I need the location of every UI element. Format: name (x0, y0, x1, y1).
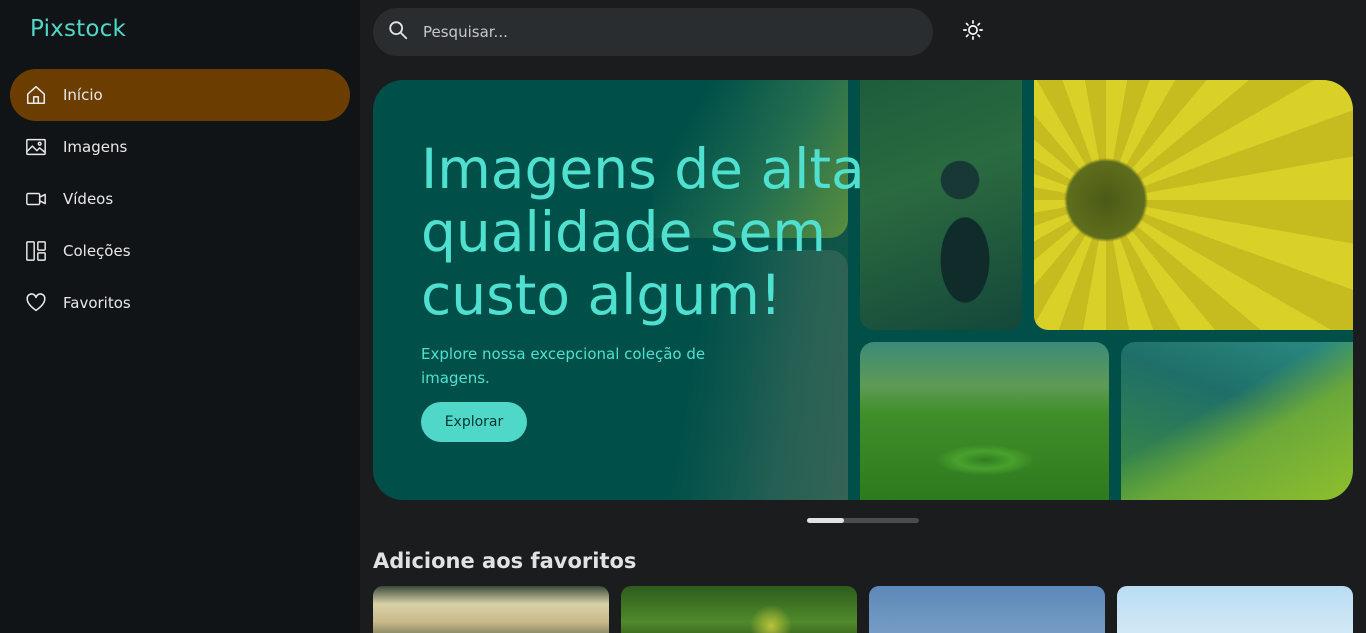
sidebar-nav: Início Imagens Vídeos Coleções Favoritos (10, 69, 350, 329)
sidebar-item-label: Vídeos (63, 190, 114, 208)
favorite-card[interactable] (621, 586, 857, 633)
search-bar[interactable] (373, 8, 933, 56)
image-icon (24, 135, 48, 159)
hero-photo-valley (860, 342, 1109, 500)
collections-icon (24, 239, 48, 263)
sidebar-item-label: Favoritos (63, 294, 131, 312)
explore-button[interactable]: Explorar (421, 402, 527, 442)
favorites-section-title: Adicione aos favoritos (373, 549, 637, 573)
sidebar-item-colecoes[interactable]: Coleções (10, 225, 350, 277)
favorite-card[interactable] (869, 586, 1105, 633)
sidebar-item-inicio[interactable]: Início (10, 69, 350, 121)
sidebar-item-label: Coleções (63, 242, 131, 260)
sidebar-item-videos[interactable]: Vídeos (10, 173, 350, 225)
hero-photo-mountains (1121, 342, 1353, 500)
video-icon (24, 187, 48, 211)
carousel-indicator[interactable] (807, 518, 919, 523)
sidebar-item-imagens[interactable]: Imagens (10, 121, 350, 173)
sidebar-item-favoritos[interactable]: Favoritos (10, 277, 350, 329)
sun-icon (962, 19, 984, 45)
search-icon[interactable] (387, 19, 409, 45)
search-input[interactable] (423, 23, 903, 41)
carousel-indicator-active (807, 518, 844, 523)
home-icon (24, 83, 48, 107)
sidebar-item-label: Início (63, 86, 103, 104)
favorite-card[interactable] (1117, 586, 1353, 633)
heart-icon (24, 291, 48, 315)
hero-subtitle: Explore nossa excepcional coleção de ima… (421, 345, 706, 387)
favorite-card[interactable] (373, 586, 609, 633)
app-logo[interactable]: Pixstock (30, 16, 126, 42)
sidebar: Pixstock Início Imagens Vídeos Coleções (0, 0, 360, 633)
hero-banner: Imagens de alta qualidade sem custo algu… (373, 80, 1353, 500)
sidebar-item-label: Imagens (63, 138, 128, 156)
hero-photo-sunflower (1034, 80, 1353, 330)
hero-title: Imagens de alta qualidade sem custo algu… (421, 137, 865, 327)
theme-toggle-button[interactable] (957, 16, 989, 48)
